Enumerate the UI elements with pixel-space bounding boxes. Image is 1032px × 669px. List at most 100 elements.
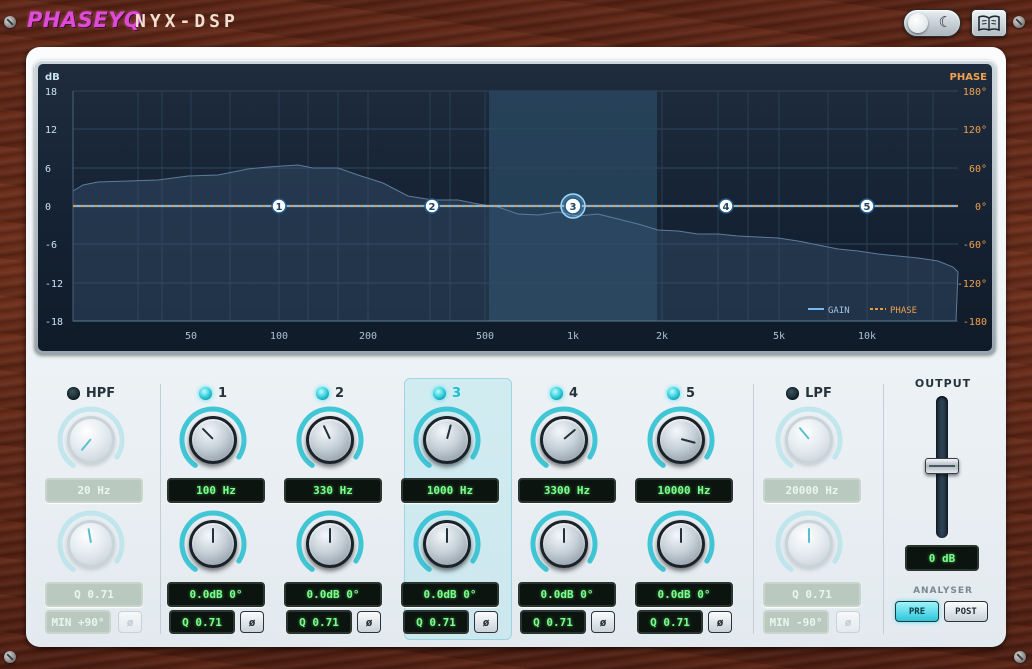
band-label[interactable]: 2 xyxy=(335,386,344,401)
freq-knob[interactable] xyxy=(296,406,364,474)
freq-knob[interactable] xyxy=(57,406,125,474)
q-display[interactable]: Q 0.71 xyxy=(286,610,352,634)
q-display[interactable]: Q 0.71 xyxy=(169,610,235,634)
phase-invert-button[interactable]: ø xyxy=(708,611,732,633)
phase-tick-label: -120° xyxy=(957,279,987,290)
db-tick-label: 18 xyxy=(45,87,57,98)
screw-icon xyxy=(4,651,16,663)
filter-mode-display[interactable]: MIN +90° xyxy=(45,610,111,634)
gain-knob[interactable] xyxy=(296,510,364,578)
band-enable-led[interactable] xyxy=(786,387,800,400)
band-enable-led[interactable] xyxy=(666,387,680,400)
freq-display[interactable]: 100 Hz xyxy=(167,478,265,503)
freq-display[interactable]: 330 Hz xyxy=(284,478,382,503)
phase-tick-label: 60° xyxy=(969,164,987,175)
freq-knob[interactable] xyxy=(775,406,843,474)
analyser-pre-button[interactable]: PRE xyxy=(895,601,939,622)
freq-knob[interactable] xyxy=(179,406,247,474)
eq-node-4[interactable]: 4 xyxy=(718,198,734,214)
band-label[interactable]: 3 xyxy=(452,386,461,401)
moon-icon: ☾ xyxy=(938,13,952,31)
phase-invert-button[interactable]: ø xyxy=(836,611,860,633)
knob-pointer xyxy=(808,528,810,543)
phase-tick-label: -60° xyxy=(963,240,987,251)
band-label[interactable]: 1 xyxy=(218,386,227,401)
q-knob[interactable] xyxy=(57,510,125,578)
phase-invert-button[interactable]: ø xyxy=(357,611,381,633)
freq-tick-label: 10k xyxy=(858,331,876,342)
q-display[interactable]: Q 0.71 xyxy=(45,582,143,607)
freq-display[interactable]: 1000 Hz xyxy=(401,478,499,503)
band-label[interactable]: LPF xyxy=(805,386,832,401)
gain-knob[interactable] xyxy=(647,510,715,578)
freq-display[interactable]: 10000 Hz xyxy=(635,478,733,503)
gain-phase-display[interactable]: 0.0dB 0° xyxy=(635,582,733,607)
knob-cap xyxy=(785,520,833,568)
band-label[interactable]: HPF xyxy=(86,386,115,401)
eq-node-3[interactable]: 3 xyxy=(560,193,586,219)
phase-invert-button[interactable]: ø xyxy=(474,611,498,633)
knob-pointer xyxy=(212,528,214,543)
eq-node-1[interactable]: 1 xyxy=(271,198,287,214)
q-display[interactable]: Q 0.71 xyxy=(403,610,469,634)
freq-knob[interactable] xyxy=(647,406,715,474)
band-enable-led[interactable] xyxy=(66,387,80,400)
knob-cap xyxy=(423,520,471,568)
freq-display[interactable]: 20000 Hz xyxy=(763,478,861,503)
top-bar: PHASEYQ NYX-DSP ☾ xyxy=(0,0,1032,46)
phase-invert-button[interactable]: ø xyxy=(118,611,142,633)
band-header: HPF xyxy=(33,386,149,401)
phase-invert-button[interactable]: ø xyxy=(591,611,615,633)
phase-tick-label: 0° xyxy=(975,202,987,213)
legend-gain-label: GAIN xyxy=(828,306,850,316)
band-header: 1 xyxy=(155,386,271,401)
output-gain-display[interactable]: 0 dB xyxy=(905,545,979,571)
manual-button[interactable] xyxy=(971,9,1007,37)
screw-icon xyxy=(1014,651,1026,663)
gain-phase-display[interactable]: 0.0dB 0° xyxy=(167,582,265,607)
gain-phase-display[interactable]: 0.0dB 0° xyxy=(284,582,382,607)
knob-pointer xyxy=(563,528,565,543)
phase-invert-button[interactable]: ø xyxy=(240,611,264,633)
eq-node-2[interactable]: 2 xyxy=(424,198,440,214)
filter-mode-display[interactable]: MIN -90° xyxy=(763,610,829,634)
gain-knob[interactable] xyxy=(530,510,598,578)
freq-knob[interactable] xyxy=(413,406,481,474)
band-label[interactable]: 4 xyxy=(569,386,578,401)
freq-tick-label: 100 xyxy=(270,331,288,342)
eq-node-5[interactable]: 5 xyxy=(859,198,875,214)
knob-cap xyxy=(657,520,705,568)
gain-knob[interactable] xyxy=(179,510,247,578)
freq-display[interactable]: 20 Hz xyxy=(45,478,143,503)
band-label[interactable]: 5 xyxy=(686,386,695,401)
freq-tick-label: 500 xyxy=(476,331,494,342)
band-enable-led[interactable] xyxy=(198,387,212,400)
knob-cap xyxy=(657,416,705,464)
eq-graph[interactable]: dB PHASE 18 12 6 0 -6 -12 -18 180° 120° 60° 0° -60… xyxy=(38,64,992,351)
eq-node-label: 2 xyxy=(429,202,436,213)
q-display[interactable]: Q 0.71 xyxy=(637,610,703,634)
band-enable-led[interactable] xyxy=(315,387,329,400)
q-display[interactable]: Q 0.71 xyxy=(763,582,861,607)
q-knob[interactable] xyxy=(775,510,843,578)
output-fader-handle[interactable] xyxy=(925,458,959,474)
band-lpf: LPF 20000 Hz Q 0.71 MIN -90° ø xyxy=(751,378,867,640)
freq-display[interactable]: 3300 Hz xyxy=(518,478,616,503)
knob-cap xyxy=(540,416,588,464)
eq-graph-svg[interactable]: dB PHASE 181260-6-12-18 180°120°60°0°-60… xyxy=(38,64,992,351)
analyser-post-button[interactable]: POST xyxy=(944,601,988,622)
q-display[interactable]: Q 0.71 xyxy=(520,610,586,634)
knob-pointer xyxy=(329,528,331,543)
gain-phase-display[interactable]: 0.0dB 0° xyxy=(518,582,616,607)
knob-cap xyxy=(306,520,354,568)
freq-tick-label: 200 xyxy=(359,331,377,342)
eq-node-label: 1 xyxy=(276,202,283,213)
band-enable-led[interactable] xyxy=(549,387,563,400)
book-icon xyxy=(978,15,1000,31)
gain-knob[interactable] xyxy=(413,510,481,578)
theme-toggle[interactable]: ☾ xyxy=(903,9,961,37)
gain-phase-display[interactable]: 0.0dB 0° xyxy=(401,582,499,607)
freq-knob[interactable] xyxy=(530,406,598,474)
knob-cap xyxy=(306,416,354,464)
band-enable-led[interactable] xyxy=(432,387,446,400)
